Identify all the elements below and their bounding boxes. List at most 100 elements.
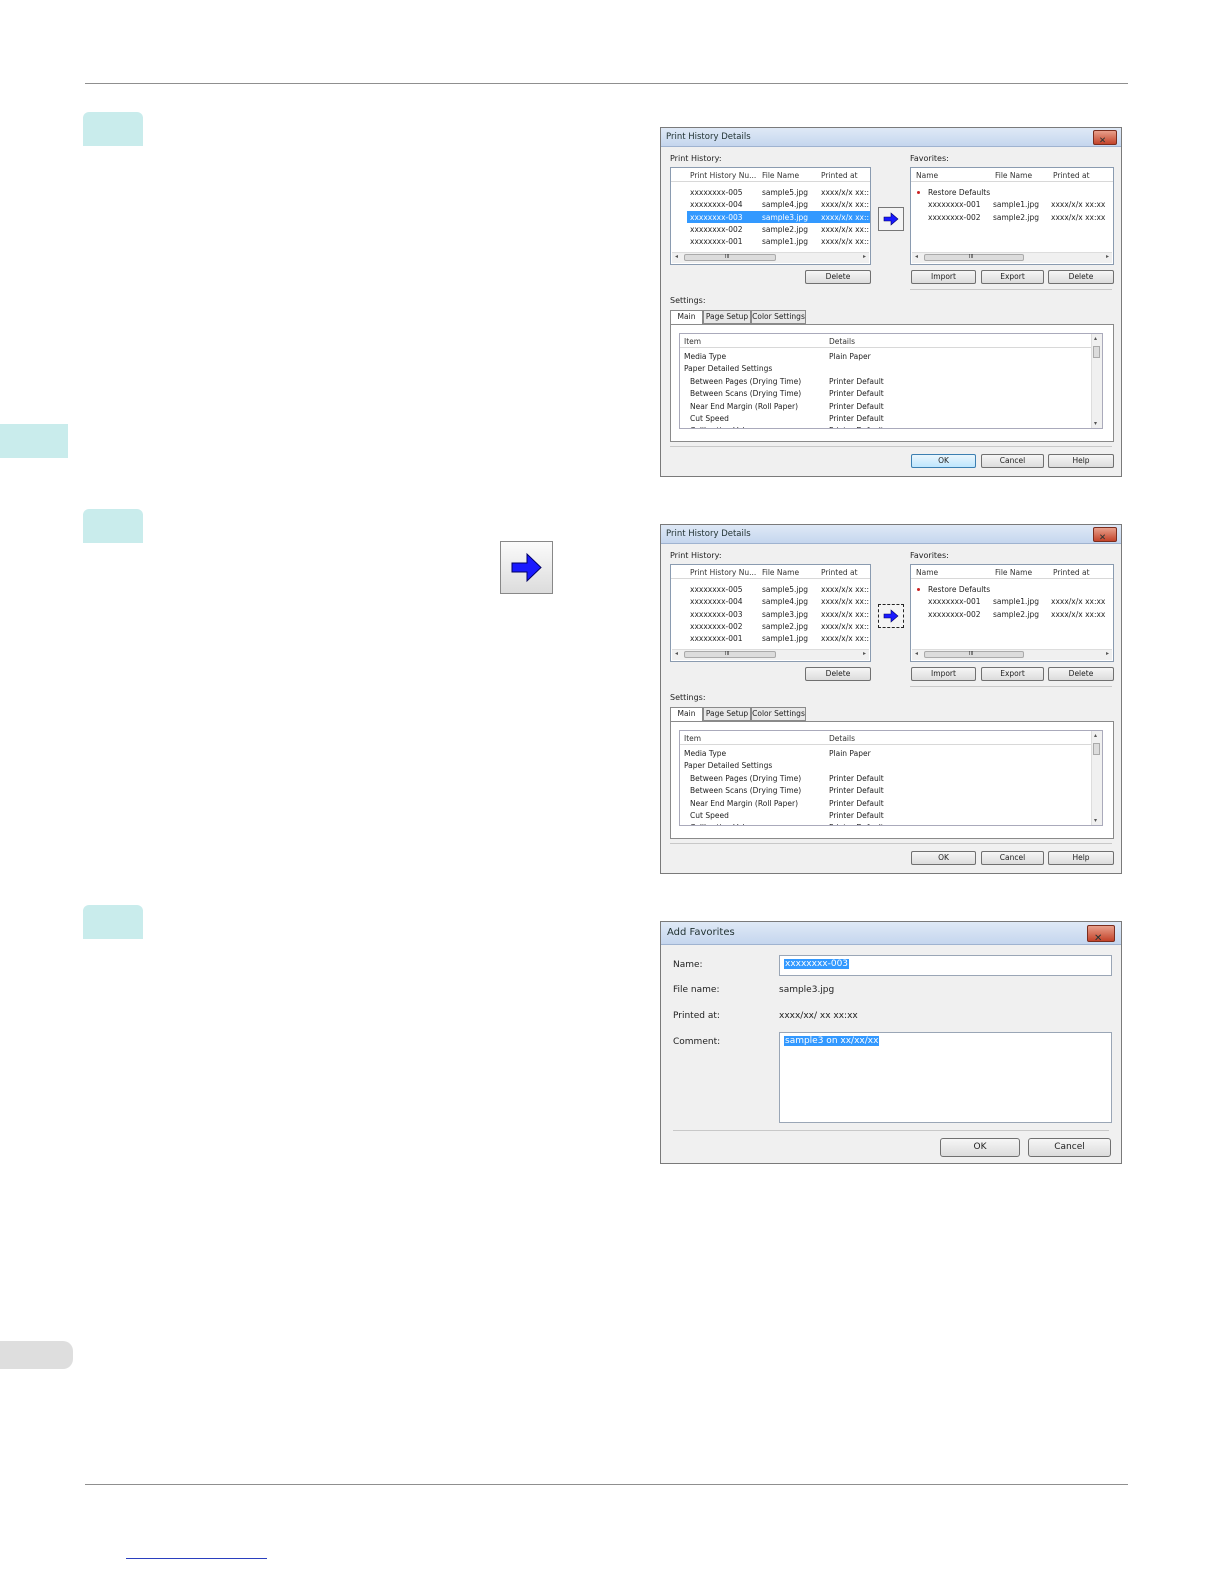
table-row[interactable]: xxxxxxxx-002 sample2.jpg xxxx/x/x xx:xx xyxy=(911,608,1113,620)
horizontal-scrollbar[interactable]: ◂ III ▸ xyxy=(672,649,869,660)
column-header[interactable]: Name xyxy=(916,568,938,577)
ok-button[interactable]: OK xyxy=(911,454,976,468)
table-row[interactable]: xxxxxxxx-002 sample2.jpg xxxx/x/x xx:xx xyxy=(911,211,1113,223)
comment-textarea[interactable]: sample3 on xx/xx/xx xyxy=(779,1032,1112,1123)
delete-favorite-button[interactable]: Delete xyxy=(1048,270,1114,284)
scroll-right-icon[interactable]: ▸ xyxy=(863,253,866,260)
table-row[interactable]: Restore Defaults xyxy=(911,186,1113,198)
table-row[interactable]: Between Scans (Drying Time) Printer Defau… xyxy=(680,784,1092,796)
table-row[interactable]: Between Pages (Drying Time) Printer Defau… xyxy=(680,375,1092,387)
table-row[interactable]: xxxxxxxx-001 sample1.jpg xxxx/x/x xx:: xyxy=(671,632,870,644)
table-row[interactable]: xxxxxxxx-001 sample1.jpg xxxx/x/x xx:xx xyxy=(911,595,1113,607)
scroll-up-icon[interactable]: ▴ xyxy=(1094,732,1097,739)
column-header[interactable]: Name xyxy=(916,171,938,180)
ok-button[interactable]: OK xyxy=(940,1138,1020,1157)
help-button[interactable]: Help xyxy=(1048,454,1114,468)
scroll-thumb[interactable] xyxy=(1093,346,1100,358)
export-button[interactable]: Export xyxy=(981,270,1044,284)
table-row[interactable]: xxxxxxxx-003 sample3.jpg xxxx/x/x xx:: xyxy=(687,210,870,223)
favorites-list[interactable]: Name File Name Printed at Restore Defaults x… xyxy=(910,564,1114,662)
scroll-left-icon[interactable]: ◂ xyxy=(675,253,678,260)
scroll-thumb[interactable] xyxy=(1093,743,1100,755)
settings-list[interactable]: Item Details Media Type Plain Paper Paper De… xyxy=(679,333,1103,429)
tab-page-setup[interactable]: Page Setup xyxy=(703,310,751,324)
table-row[interactable]: xxxxxxxx-004 sample4.jpg xxxx/x/x xx:: xyxy=(671,595,870,607)
table-row[interactable]: Media Type Plain Paper xyxy=(680,350,1092,362)
settings-list[interactable]: Item Details Media Type Plain Paper Paper De… xyxy=(679,730,1103,826)
horizontal-scrollbar[interactable]: ◂ III ▸ xyxy=(912,252,1112,263)
scroll-thumb[interactable]: III xyxy=(924,651,1024,658)
tab-color-settings[interactable]: Color Settings xyxy=(751,310,806,324)
table-row[interactable]: Between Pages (Drying Time) Printer Defau… xyxy=(680,772,1092,784)
tab-main[interactable]: Main xyxy=(670,707,703,722)
column-header[interactable]: Item xyxy=(684,734,701,743)
tab-color-settings[interactable]: Color Settings xyxy=(751,707,806,721)
column-header[interactable]: Printed at xyxy=(821,568,858,577)
close-button[interactable]: ✕ xyxy=(1093,130,1117,146)
table-row[interactable]: Media Type Plain Paper xyxy=(680,747,1092,759)
column-header[interactable]: File Name xyxy=(762,568,799,577)
delete-favorite-button[interactable]: Delete xyxy=(1048,667,1114,681)
horizontal-scrollbar[interactable]: ◂ III ▸ xyxy=(912,649,1112,660)
scroll-left-icon[interactable]: ◂ xyxy=(675,650,678,657)
footer-link-underline[interactable] xyxy=(126,1558,267,1559)
table-row[interactable]: xxxxxxxx-005 sample5.jpg xxxx/x/x xx:: xyxy=(671,583,870,595)
column-header[interactable]: Details xyxy=(829,734,855,743)
cancel-button[interactable]: Cancel xyxy=(981,454,1044,468)
column-header[interactable]: Item xyxy=(684,337,701,346)
column-header[interactable]: File Name xyxy=(995,568,1032,577)
cancel-button[interactable]: Cancel xyxy=(981,851,1044,865)
table-row[interactable]: Paper Detailed Settings xyxy=(680,759,1092,771)
help-button[interactable]: Help xyxy=(1048,851,1114,865)
export-button[interactable]: Export xyxy=(981,667,1044,681)
table-row[interactable]: Cut Speed Printer Default xyxy=(680,412,1092,424)
add-to-favorites-button[interactable] xyxy=(878,207,904,231)
vertical-scrollbar[interactable]: ▴ ▾ xyxy=(1091,334,1102,428)
scroll-down-icon[interactable]: ▾ xyxy=(1094,817,1097,824)
table-row[interactable]: Calibration Value Printer Default xyxy=(680,821,1092,825)
horizontal-scrollbar[interactable]: ◂ III ▸ xyxy=(672,252,869,263)
table-row[interactable]: xxxxxxxx-005 sample5.jpg xxxx/x/x xx:: xyxy=(671,186,870,198)
column-header[interactable]: File Name xyxy=(995,171,1032,180)
scroll-right-icon[interactable]: ▸ xyxy=(1106,253,1109,260)
scroll-thumb[interactable]: III xyxy=(924,254,1024,261)
scroll-thumb[interactable]: III xyxy=(684,254,776,261)
scroll-right-icon[interactable]: ▸ xyxy=(863,650,866,657)
delete-history-button[interactable]: Delete xyxy=(805,667,871,681)
column-header[interactable]: Printed at xyxy=(821,171,858,180)
tab-main[interactable]: Main xyxy=(670,310,703,325)
close-button[interactable]: ✕ xyxy=(1087,925,1115,944)
column-header[interactable]: Printed at xyxy=(1053,568,1090,577)
cancel-button[interactable]: Cancel xyxy=(1028,1138,1111,1157)
name-input[interactable]: xxxxxxxx-003 xyxy=(779,955,1112,976)
table-row[interactable]: xxxxxxxx-002 sample2.jpg xxxx/x/x xx:: xyxy=(671,223,870,235)
add-to-favorites-button[interactable] xyxy=(878,604,904,628)
table-row[interactable]: xxxxxxxx-004 sample4.jpg xxxx/x/x xx:: xyxy=(671,198,870,210)
ok-button[interactable]: OK xyxy=(911,851,976,865)
table-row[interactable]: Between Scans (Drying Time) Printer Defau… xyxy=(680,387,1092,399)
column-header[interactable]: Print History Nu... xyxy=(690,568,756,577)
tab-page-setup[interactable]: Page Setup xyxy=(703,707,751,721)
import-button[interactable]: Import xyxy=(911,270,976,284)
import-button[interactable]: Import xyxy=(911,667,976,681)
close-button[interactable]: ✕ xyxy=(1093,527,1117,543)
scroll-thumb[interactable]: III xyxy=(684,651,776,658)
table-row[interactable]: Cut Speed Printer Default xyxy=(680,809,1092,821)
table-row[interactable]: xxxxxxxx-003 sample3.jpg xxxx/x/x xx:: xyxy=(671,608,870,620)
table-row[interactable]: xxxxxxxx-002 sample2.jpg xxxx/x/x xx:: xyxy=(671,620,870,632)
column-header[interactable]: File Name xyxy=(762,171,799,180)
print-history-list[interactable]: Print History Nu... File Name Printed at xx… xyxy=(670,564,871,662)
table-row[interactable]: Calibration Value Printer Default xyxy=(680,424,1092,428)
vertical-scrollbar[interactable]: ▴ ▾ xyxy=(1091,731,1102,825)
scroll-right-icon[interactable]: ▸ xyxy=(1106,650,1109,657)
scroll-up-icon[interactable]: ▴ xyxy=(1094,335,1097,342)
table-row[interactable]: Near End Margin (Roll Paper) Printer Defa… xyxy=(680,797,1092,809)
column-header[interactable]: Details xyxy=(829,337,855,346)
table-row[interactable]: xxxxxxxx-001 sample1.jpg xxxx/x/x xx:: xyxy=(671,235,870,247)
scroll-down-icon[interactable]: ▾ xyxy=(1094,420,1097,427)
favorites-list[interactable]: Name File Name Printed at Restore Defaults x… xyxy=(910,167,1114,265)
column-header[interactable]: Printed at xyxy=(1053,171,1090,180)
column-header[interactable]: Print History Nu... xyxy=(690,171,756,180)
table-row[interactable]: xxxxxxxx-001 sample1.jpg xxxx/x/x xx:xx xyxy=(911,198,1113,210)
delete-history-button[interactable]: Delete xyxy=(805,270,871,284)
